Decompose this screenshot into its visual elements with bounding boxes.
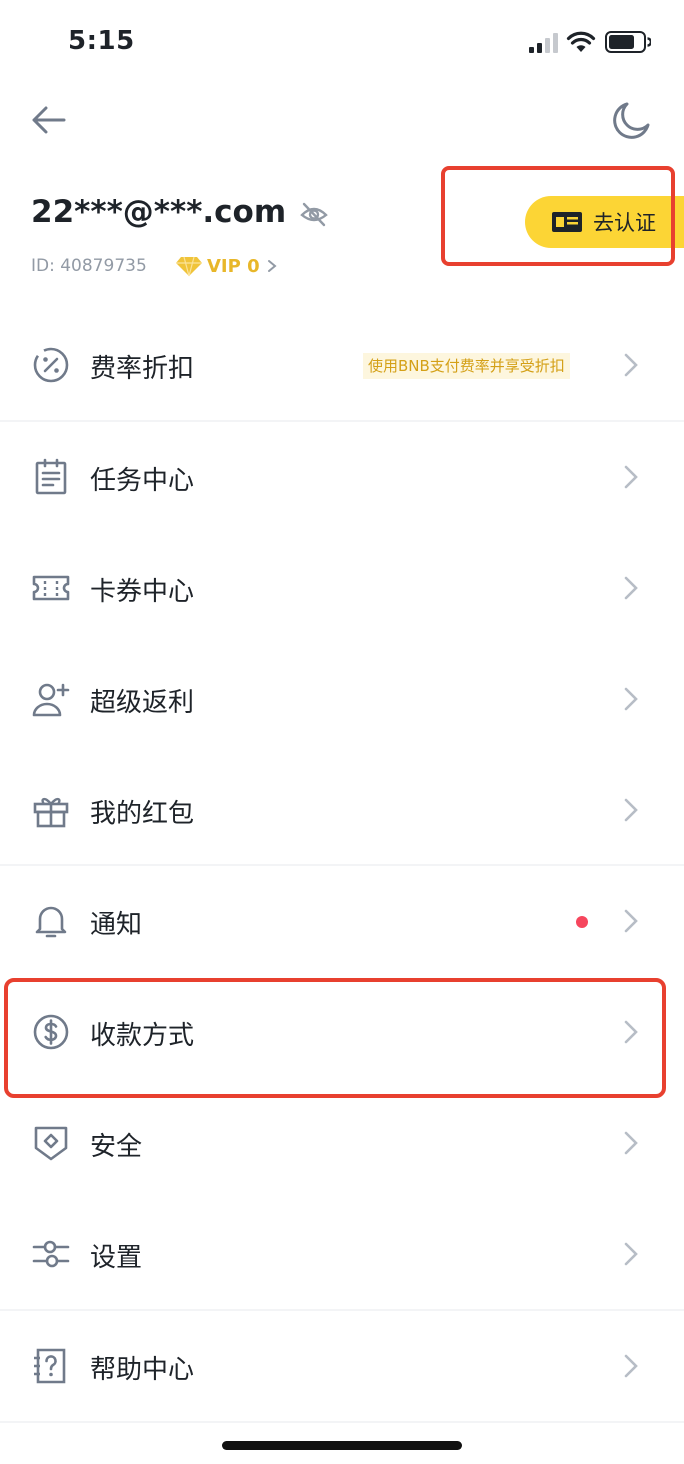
menu-label: 通知 (90, 910, 143, 940)
menu-label: 安全 (90, 1132, 143, 1162)
home-indicator (222, 1441, 462, 1450)
moon-icon[interactable] (610, 99, 652, 141)
profile-menu-screen: 5:15 22***@***.com ID: 40879735 VIP 0 去认… (0, 0, 684, 1464)
vip-level-link[interactable]: VIP 0 (175, 254, 278, 278)
menu-item-settings[interactable]: 设置 (0, 1199, 684, 1309)
chevron-right-icon (624, 465, 638, 489)
chevron-right-icon (624, 576, 638, 600)
menu-label: 帮助中心 (90, 1355, 195, 1385)
menu-label: 超级返利 (90, 688, 195, 718)
chevron-right-icon (624, 687, 638, 711)
menu-item-security[interactable]: 安全 (0, 1088, 684, 1198)
promo-tag: 使用BNB支付费率并享受折扣 (363, 353, 570, 379)
unread-dot (576, 916, 588, 928)
menu-item-super-rebate[interactable]: 超级返利 (0, 644, 684, 754)
shield-icon (34, 1126, 68, 1161)
clipboard-list-icon (35, 458, 67, 495)
ticket-icon (32, 575, 70, 601)
wifi-icon (566, 31, 596, 52)
user-id: ID: 40879735 (31, 256, 147, 276)
divider (0, 1421, 684, 1423)
highlight-box (441, 166, 675, 266)
cellular-signal-icon (529, 33, 558, 53)
menu-label: 设置 (90, 1243, 143, 1273)
status-bar: 5:15 (0, 0, 684, 88)
gift-icon (33, 797, 69, 828)
bell-icon (35, 906, 67, 938)
menu-item-help-center[interactable]: 帮助中心 (0, 1311, 684, 1421)
discount-icon (33, 347, 69, 383)
vip-level: VIP 0 (207, 255, 260, 277)
menu-item-task-center[interactable]: 任务中心 (0, 422, 684, 532)
add-user-icon (32, 683, 70, 717)
chevron-right-icon (267, 260, 277, 272)
highlight-box (4, 978, 666, 1098)
help-icon (34, 1348, 66, 1384)
chevron-right-icon (624, 798, 638, 822)
menu-item-fee-discount[interactable]: 费率折扣 使用BNB支付费率并享受折扣 (0, 310, 684, 420)
status-time: 5:15 (68, 26, 135, 56)
account-email: 22***@***.com (31, 194, 287, 230)
menu-label: 任务中心 (90, 466, 195, 496)
chevron-right-icon (624, 1354, 638, 1378)
menu-item-coupon-center[interactable]: 卡券中心 (0, 533, 684, 643)
menu-item-notifications[interactable]: 通知 (0, 866, 684, 976)
chevron-right-icon (624, 353, 638, 377)
eye-off-icon[interactable] (299, 200, 329, 228)
menu-label: 我的红包 (90, 799, 195, 829)
chevron-right-icon (624, 909, 638, 933)
menu-item-red-packet[interactable]: 我的红包 (0, 755, 684, 865)
sliders-icon (32, 1240, 70, 1268)
diamond-icon (176, 256, 202, 277)
menu-label: 卡券中心 (90, 577, 195, 607)
battery-icon (605, 31, 651, 53)
chevron-right-icon (624, 1131, 638, 1155)
menu-label: 费率折扣 (90, 354, 195, 384)
back-arrow-icon[interactable] (28, 100, 68, 140)
chevron-right-icon (624, 1242, 638, 1266)
